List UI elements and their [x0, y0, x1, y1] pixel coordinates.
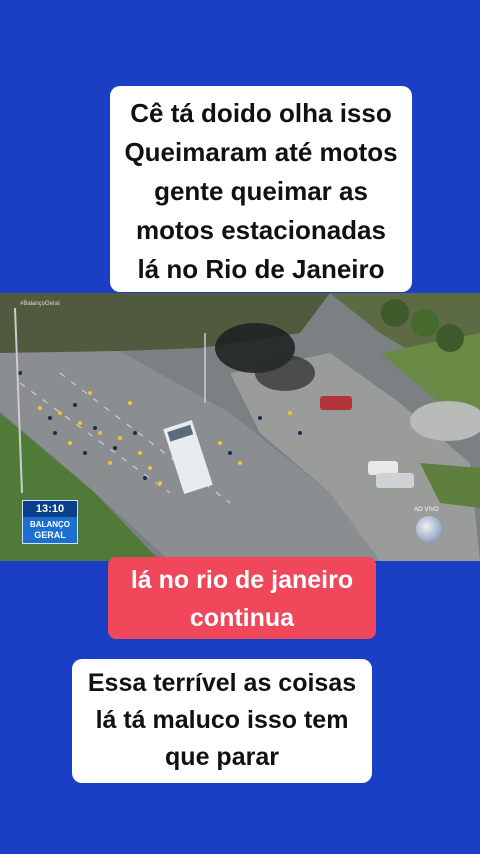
channel-logo-icon: [416, 516, 442, 542]
program-badge: 13:10 BALANÇO GERAL: [22, 500, 78, 544]
caption-line: continua: [189, 604, 295, 632]
caption-line: Cê tá doido olha isso: [130, 98, 392, 128]
caption-line: lá no Rio de Janeiro: [137, 254, 385, 284]
caption-line: gente queimar as: [154, 176, 368, 206]
caption-line: motos estacionadas: [136, 215, 386, 245]
caption-line: lá tá maluco isso tem: [95, 706, 349, 734]
highlight-caption: lá no rio de janeiro continua: [108, 557, 376, 639]
caption-line: Essa terrível as coisas: [87, 669, 357, 697]
caption-line: que parar: [165, 743, 279, 771]
caption-line: lá no rio de janeiro: [130, 566, 354, 594]
show-name-line1: BALANÇO: [30, 520, 70, 529]
show-name-line2: GERAL: [34, 530, 66, 540]
caption-line: Queimaram até motos: [124, 137, 398, 167]
top-caption: Cê tá doido olha isso Queimaram até moto…: [110, 86, 412, 292]
hashtag-watermark: #BalançoGeral: [20, 301, 60, 307]
live-label: AO VIVO: [414, 507, 439, 513]
bottom-caption: Essa terrível as coisas lá tá maluco iss…: [72, 659, 372, 783]
clock-time: 13:10: [23, 501, 77, 517]
